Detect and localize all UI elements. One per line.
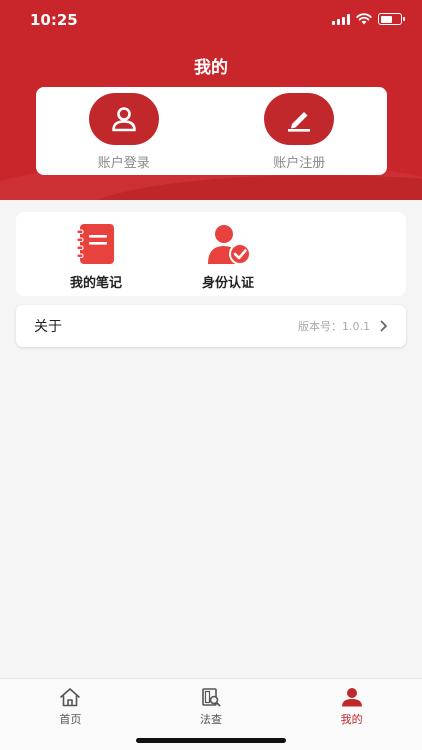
user-icon [340,687,364,707]
my-notes-label: 我的笔记 [69,276,122,291]
my-notes-button[interactable]: 我的笔记 [30,212,162,296]
notebook-icon [70,222,122,266]
page-title: 我的 [194,58,228,78]
tab-mine[interactable]: 我的 [281,679,422,750]
tab-home-label: 首页 [59,713,82,726]
status-icons [332,13,405,25]
identity-verify-label: 身份认证 [201,276,254,291]
identity-verify-button[interactable]: 身份认证 [162,212,294,296]
identity-verify-icon [202,222,254,266]
tab-law-search-label: 法查 [200,713,222,726]
account-card: 账户登录 账户注册 [36,87,387,175]
status-bar: 10:25 [0,0,422,40]
wifi-icon [356,13,372,25]
account-register-circle [264,93,335,145]
account-login-circle [88,93,159,145]
law-search-icon [199,687,223,707]
chevron-right-icon [380,320,387,332]
user-icon [111,107,136,132]
status-time: 10:25 [30,11,78,29]
account-login-button[interactable]: 账户登录 [36,87,212,175]
account-login-label: 账户登录 [97,156,150,171]
about-label: 关于 [34,319,62,335]
account-register-label: 账户注册 [273,156,326,171]
home-icon [58,687,82,707]
account-register-button[interactable]: 账户注册 [212,87,388,175]
about-row[interactable]: 关于 版本号：1.0.1 [16,305,406,347]
function-card: 我的笔记 身份认证 [16,212,406,296]
edit-pen-icon [288,112,311,132]
version-text: 版本号：1.0.1 [298,320,370,333]
tab-home[interactable]: 首页 [0,679,141,750]
battery-icon [378,13,405,25]
cellular-signal-icon [332,13,350,25]
home-indicator [136,738,286,743]
tab-mine-label: 我的 [340,713,363,726]
